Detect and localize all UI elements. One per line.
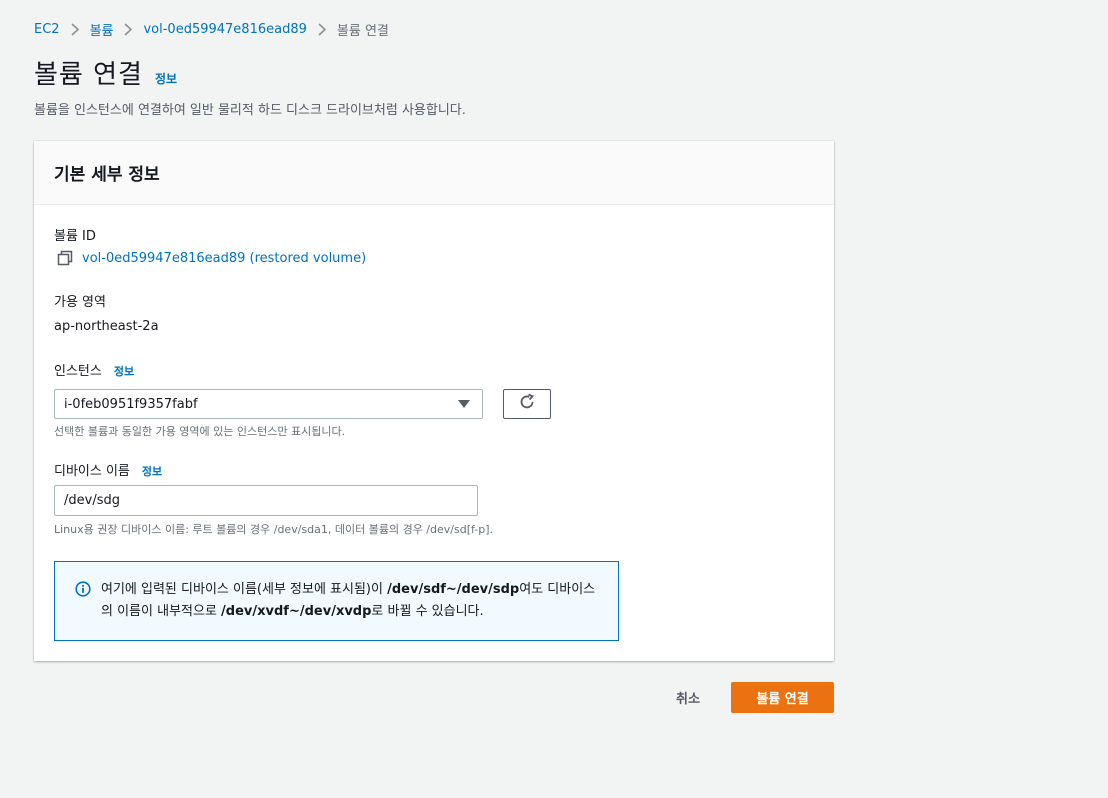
alert-text-sd-range: /dev/sdf~/dev/sdp [387, 582, 520, 597]
volume-id-label: 볼륨 ID [54, 225, 96, 244]
device-name-info-alert: 여기에 입력된 디바이스 이름(세부 정보에 표시됨)이 /dev/sdf~/d… [54, 561, 619, 641]
attach-volume-button[interactable]: 볼륨 연결 [731, 682, 834, 713]
cancel-button[interactable]: 취소 [660, 682, 716, 712]
alert-message: 여기에 입력된 디바이스 이름(세부 정보에 표시됨)이 /dev/sdf~/d… [101, 579, 598, 640]
panel-header: 기본 세부 정보 [34, 141, 834, 205]
panel-title: 기본 세부 정보 [54, 165, 160, 185]
availability-zone-label: 가용 영역 [54, 291, 106, 310]
volume-id-link[interactable]: vol-0ed59947e816ead89 (restored volume) [82, 251, 366, 266]
availability-zone-value: ap-northeast-2a [54, 319, 159, 334]
instance-info-link[interactable]: 정보 [114, 363, 134, 379]
chevron-right-icon [307, 22, 337, 36]
breadcrumb-link-volumes[interactable]: 볼륨 [90, 20, 114, 39]
instance-select[interactable]: i-0feb0951f9357fabf [54, 389, 483, 419]
basic-details-panel: 기본 세부 정보 볼륨 ID vol-0ed59947e816ead89 (re… [34, 141, 834, 661]
copy-icon[interactable] [56, 249, 74, 267]
instance-select-value: i-0feb0951f9357fabf [64, 396, 198, 412]
breadcrumb: EC2 볼륨 vol-0ed59947e816ead89 볼륨 연결 [34, 19, 389, 39]
device-name-label-text: 디바이스 이름 [54, 464, 130, 479]
breadcrumb-link-ec2[interactable]: EC2 [34, 22, 60, 37]
info-icon [75, 581, 91, 597]
alert-text-part1: 여기에 입력된 디바이스 이름(세부 정보에 표시됨)이 [101, 582, 388, 597]
alert-text-xvd-range: /dev/xvdf~/dev/xvdp [221, 604, 372, 619]
volume-id-row: vol-0ed59947e816ead89 (restored volume) [56, 249, 366, 267]
device-name-hint: Linux용 권장 디바이스 이름: 루트 볼륨의 경우 /dev/sda1, … [54, 523, 493, 536]
device-name-info-link[interactable]: 정보 [142, 463, 162, 479]
page-title: 볼륨 연결 [34, 60, 143, 90]
caret-down-icon [458, 400, 470, 408]
chevron-right-icon [60, 22, 90, 36]
device-name-label: 디바이스 이름 정보 [54, 460, 162, 479]
device-name-input[interactable] [54, 485, 478, 516]
alert-text-part3: 로 바뀔 수 있습니다. [371, 604, 484, 619]
page-description: 볼륨을 인스턴스에 연결하여 일반 물리적 하드 디스크 드라이브처럼 사용합니… [34, 103, 466, 118]
breadcrumb-current: 볼륨 연결 [336, 23, 389, 39]
instance-label: 인스턴스 정보 [54, 360, 134, 379]
refresh-instances-button[interactable] [503, 389, 551, 419]
page-header: 볼륨 연결 정보 [34, 54, 177, 91]
chevron-right-icon [113, 22, 143, 36]
breadcrumb-link-volume-id[interactable]: vol-0ed59947e816ead89 [143, 22, 306, 37]
header-info-link[interactable]: 정보 [155, 70, 177, 87]
availability-zone-label-text: 가용 영역 [54, 295, 106, 310]
instance-hint: 선택한 볼륨과 동일한 가용 영역에 있는 인스턴스만 표시됩니다. [54, 425, 346, 438]
refresh-icon [518, 393, 536, 415]
instance-label-text: 인스턴스 [54, 364, 102, 379]
volume-id-label-text: 볼륨 ID [54, 229, 96, 244]
